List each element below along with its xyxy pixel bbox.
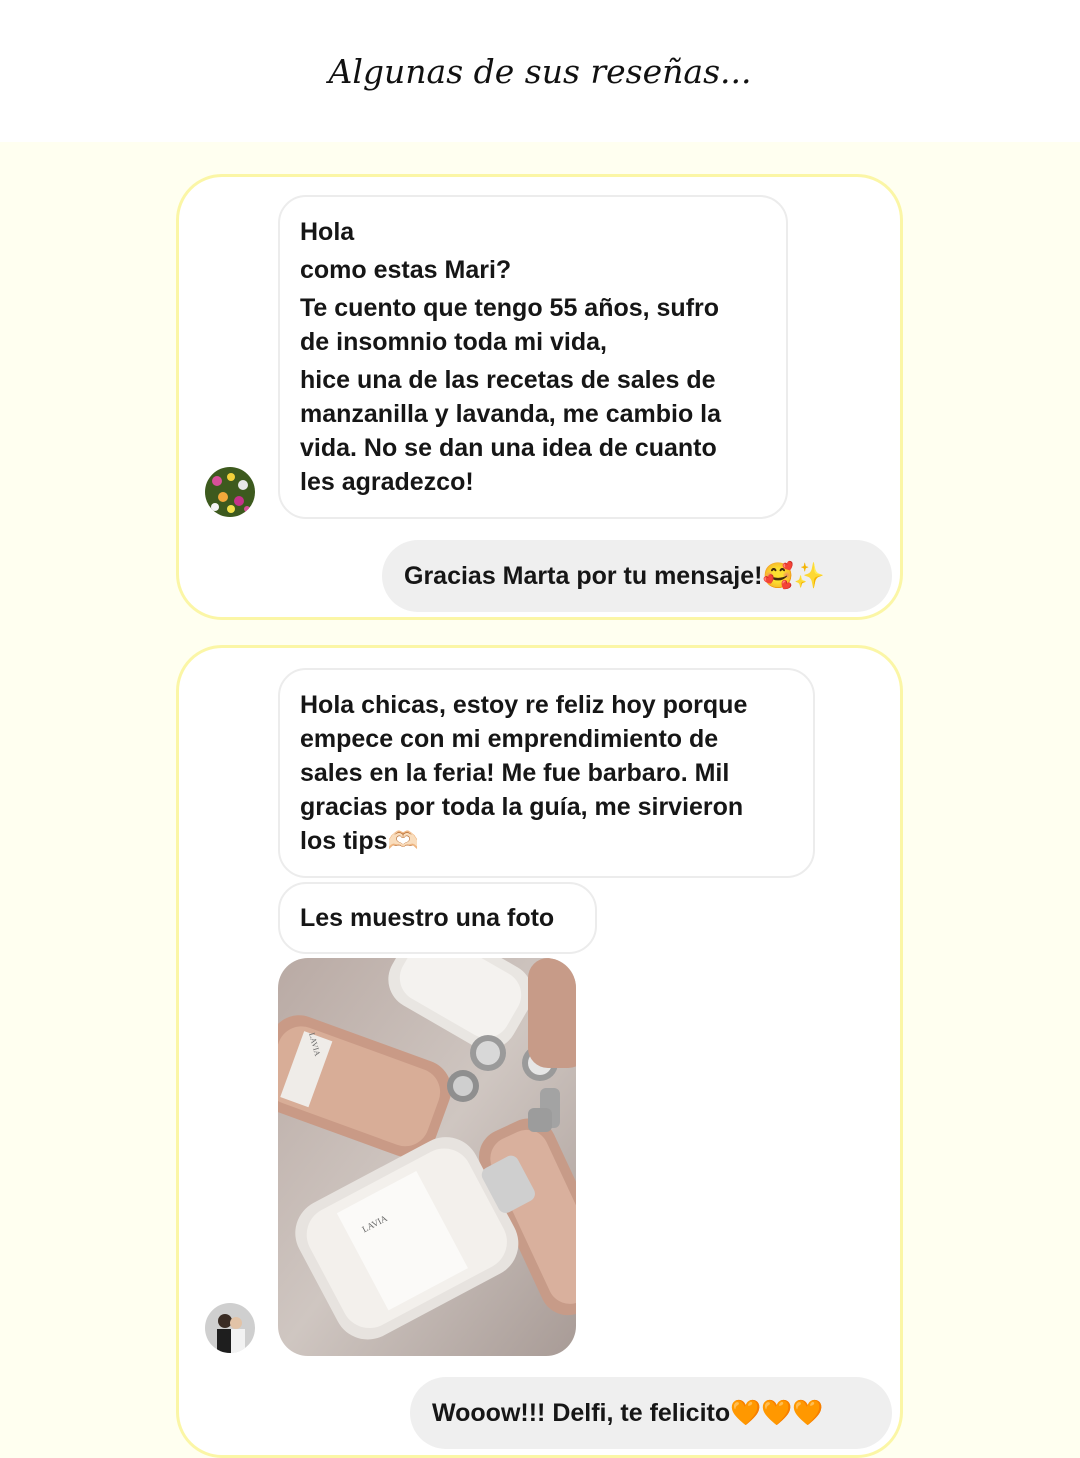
message-line: sales en la feria! Me fue barbaro. Mil	[300, 759, 730, 787]
incoming-message: Hola chicas, estoy re feliz hoy porque e…	[278, 668, 815, 878]
message-line: de insomnio toda mi vida,	[300, 328, 607, 356]
flowers-avatar[interactable]	[205, 467, 255, 517]
person-avatar[interactable]	[205, 1303, 255, 1353]
message-line: Les muestro una foto	[300, 904, 555, 932]
message-line: vida. No se dan una idea de cuanto	[300, 434, 717, 462]
review-card: Hola como estas Mari? Te cuento que teng…	[176, 174, 903, 620]
message-line: Hola chicas, estoy re feliz hoy porque	[300, 691, 748, 719]
message-line: empece con mi emprendimiento de	[300, 725, 719, 753]
page-title: Algunas de sus reseñas...	[328, 52, 752, 91]
message-line: gracias por toda la guía, me sirvieron	[300, 793, 744, 821]
shared-photo[interactable]: LAVIA LAVIA	[278, 958, 576, 1356]
reply-message: Gracias Marta por tu mensaje!🥰✨	[382, 540, 892, 612]
message-line: los tips🫶🏻	[300, 827, 419, 855]
message-line: como estas Mari?	[300, 256, 512, 284]
message-line: hice una de las recetas de sales de	[300, 366, 716, 394]
incoming-message: Hola como estas Mari? Te cuento que teng…	[278, 195, 788, 519]
reply-message: Wooow!!! Delfi, te felicito🧡🧡🧡	[410, 1377, 892, 1449]
message-line: manzanilla y lavanda, me cambio la	[300, 400, 722, 428]
incoming-message: Les muestro una foto	[278, 882, 597, 954]
message-line: Te cuento que tengo 55 años, sufro	[300, 294, 720, 322]
review-card: Hola chicas, estoy re feliz hoy porque e…	[176, 645, 903, 1458]
message-line: Hola	[300, 218, 355, 246]
message-line: les agradezco!	[300, 468, 474, 496]
